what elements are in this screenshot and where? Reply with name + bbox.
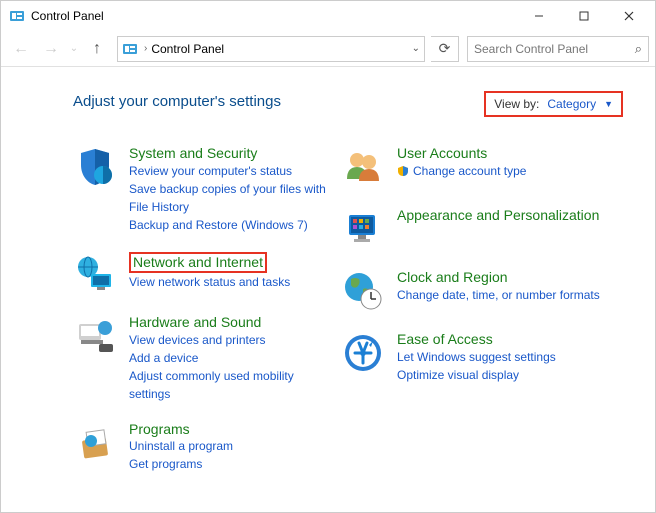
programs-icon bbox=[73, 421, 117, 465]
content-area: Adjust your computer's settings View by:… bbox=[1, 67, 655, 512]
up-button[interactable]: ↑ bbox=[83, 35, 111, 63]
left-column: System and Security Review your computer… bbox=[73, 145, 333, 491]
view-by-label: View by: bbox=[494, 97, 539, 111]
close-button[interactable] bbox=[606, 2, 651, 30]
sub-link[interactable]: Change account type bbox=[397, 162, 601, 180]
search-icon: ⌕ bbox=[635, 41, 642, 57]
appearance-icon bbox=[341, 207, 385, 251]
address-dropdown-icon[interactable]: ⌄ bbox=[412, 43, 420, 54]
category-appearance-personalization: Appearance and Personalization bbox=[341, 207, 601, 251]
sub-link[interactable]: Uninstall a program bbox=[129, 437, 333, 455]
ease-of-access-icon bbox=[341, 331, 385, 375]
category-programs: Programs Uninstall a program Get program… bbox=[73, 421, 333, 474]
category-link[interactable]: Ease of Access bbox=[397, 331, 493, 347]
sub-link[interactable]: Review your computer's status bbox=[129, 162, 333, 180]
category-user-accounts: User Accounts Change account type bbox=[341, 145, 601, 189]
category-link[interactable]: Clock and Region bbox=[397, 269, 508, 285]
category-clock-region: Clock and Region Change date, time, or n… bbox=[341, 269, 601, 313]
category-system-security: System and Security Review your computer… bbox=[73, 145, 333, 234]
search-input[interactable]: Search Control Panel ⌕ bbox=[467, 36, 649, 62]
sub-link[interactable]: Change date, time, or number formats bbox=[397, 286, 601, 304]
category-ease-of-access: Ease of Access Let Windows suggest setti… bbox=[341, 331, 601, 384]
address-icon bbox=[122, 41, 138, 57]
category-network-internet: Network and Internet View network status… bbox=[73, 252, 333, 296]
sub-link[interactable]: Backup and Restore (Windows 7) bbox=[129, 216, 333, 234]
refresh-button[interactable]: ⟳ bbox=[431, 36, 459, 62]
sub-link[interactable]: Let Windows suggest settings bbox=[397, 348, 601, 366]
category-link[interactable]: Appearance and Personalization bbox=[397, 207, 599, 223]
maximize-button[interactable] bbox=[561, 2, 606, 30]
sub-link[interactable]: Optimize visual display bbox=[397, 366, 601, 384]
clock-region-icon bbox=[341, 269, 385, 313]
sub-link[interactable]: View network status and tasks bbox=[129, 273, 333, 291]
sub-link[interactable]: Adjust commonly used mobility settings bbox=[129, 367, 333, 403]
back-button[interactable]: ← bbox=[7, 35, 35, 63]
sub-link[interactable]: Add a device bbox=[129, 349, 333, 367]
minimize-button[interactable] bbox=[516, 2, 561, 30]
forward-button[interactable]: → bbox=[37, 35, 65, 63]
category-link[interactable]: Network and Internet bbox=[133, 254, 263, 270]
view-by-value: Category bbox=[547, 97, 596, 111]
sub-link[interactable]: Save backup copies of your files with Fi… bbox=[129, 180, 333, 216]
view-by-selector[interactable]: View by: Category ▼ bbox=[484, 91, 623, 117]
system-security-icon bbox=[73, 145, 117, 189]
category-link[interactable]: User Accounts bbox=[397, 145, 487, 161]
address-bar[interactable]: › Control Panel ⌄ bbox=[117, 36, 425, 62]
control-panel-icon bbox=[9, 8, 25, 24]
network-internet-icon bbox=[73, 252, 117, 296]
titlebar: Control Panel bbox=[1, 1, 655, 31]
navbar: ← → ⌄ ↑ › Control Panel ⌄ ⟳ Search Contr… bbox=[1, 31, 655, 67]
category-hardware-sound: Hardware and Sound View devices and prin… bbox=[73, 314, 333, 403]
user-accounts-icon bbox=[341, 145, 385, 189]
window-title: Control Panel bbox=[31, 9, 104, 23]
category-link[interactable]: Programs bbox=[129, 421, 190, 437]
shield-icon bbox=[397, 165, 409, 177]
address-text: Control Panel bbox=[151, 42, 224, 56]
category-link[interactable]: System and Security bbox=[129, 145, 257, 161]
sub-link[interactable]: Get programs bbox=[129, 455, 333, 473]
recent-dropdown[interactable]: ⌄ bbox=[67, 35, 81, 63]
chevron-right-icon: › bbox=[140, 43, 151, 54]
sub-link[interactable]: View devices and printers bbox=[129, 331, 333, 349]
search-placeholder: Search Control Panel bbox=[474, 42, 588, 56]
category-link[interactable]: Hardware and Sound bbox=[129, 314, 261, 330]
chevron-down-icon: ▼ bbox=[604, 99, 613, 109]
right-column: User Accounts Change account type Appear… bbox=[341, 145, 601, 491]
page-heading: Adjust your computer's settings bbox=[73, 93, 281, 110]
hardware-sound-icon bbox=[73, 314, 117, 358]
